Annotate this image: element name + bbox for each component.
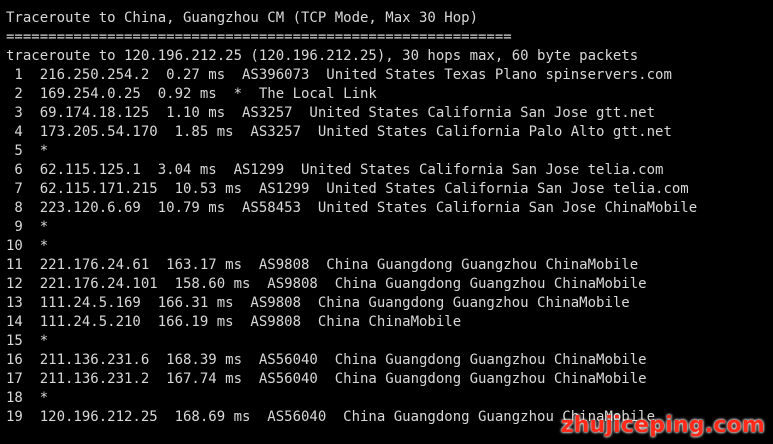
hop-line-18: 18 * [6, 390, 49, 406]
hop-line-3: 3 69.174.18.125 1.10 ms AS3257 United St… [6, 105, 656, 121]
site-watermark: zhujiceping.com [560, 413, 765, 438]
terminal-window[interactable]: Traceroute to China, Guangzhou CM (TCP M… [6, 9, 773, 427]
hop-line-11: 11 221.176.24.61 163.17 ms AS9808 China … [6, 257, 639, 273]
hop-line-7: 7 62.115.171.215 10.53 ms AS1299 United … [6, 181, 689, 197]
hop-line-4: 4 173.205.54.170 1.85 ms AS3257 United S… [6, 124, 672, 140]
hop-line-2: 2 169.254.0.25 0.92 ms * The Local Link [6, 86, 377, 102]
hop-line-15: 15 * [6, 333, 49, 349]
hop-line-14: 14 111.24.5.210 166.19 ms AS9808 China C… [6, 314, 462, 330]
hop-line-17: 17 211.136.231.2 167.74 ms AS56040 China… [6, 371, 647, 387]
hop-line-10: 10 * [6, 238, 49, 254]
traceroute-command-output: traceroute to 120.196.212.25 (120.196.21… [6, 48, 639, 64]
hop-line-9: 9 * [6, 219, 49, 235]
hop-line-6: 6 62.115.125.1 3.04 ms AS1299 United Sta… [6, 162, 664, 178]
hop-line-16: 16 211.136.231.6 168.39 ms AS56040 China… [6, 352, 647, 368]
traceroute-title: Traceroute to China, Guangzhou CM (TCP M… [6, 10, 479, 26]
hop-line-12: 12 221.176.24.101 158.60 ms AS9808 China… [6, 276, 647, 292]
hop-line-8: 8 223.120.6.69 10.79 ms AS58453 United S… [6, 200, 698, 216]
separator-line: ========================================… [6, 29, 512, 45]
hop-line-1: 1 216.250.254.2 0.27 ms AS396073 United … [6, 67, 672, 83]
hop-line-13: 13 111.24.5.169 166.31 ms AS9808 China G… [6, 295, 630, 311]
hop-line-5: 5 * [6, 143, 49, 159]
